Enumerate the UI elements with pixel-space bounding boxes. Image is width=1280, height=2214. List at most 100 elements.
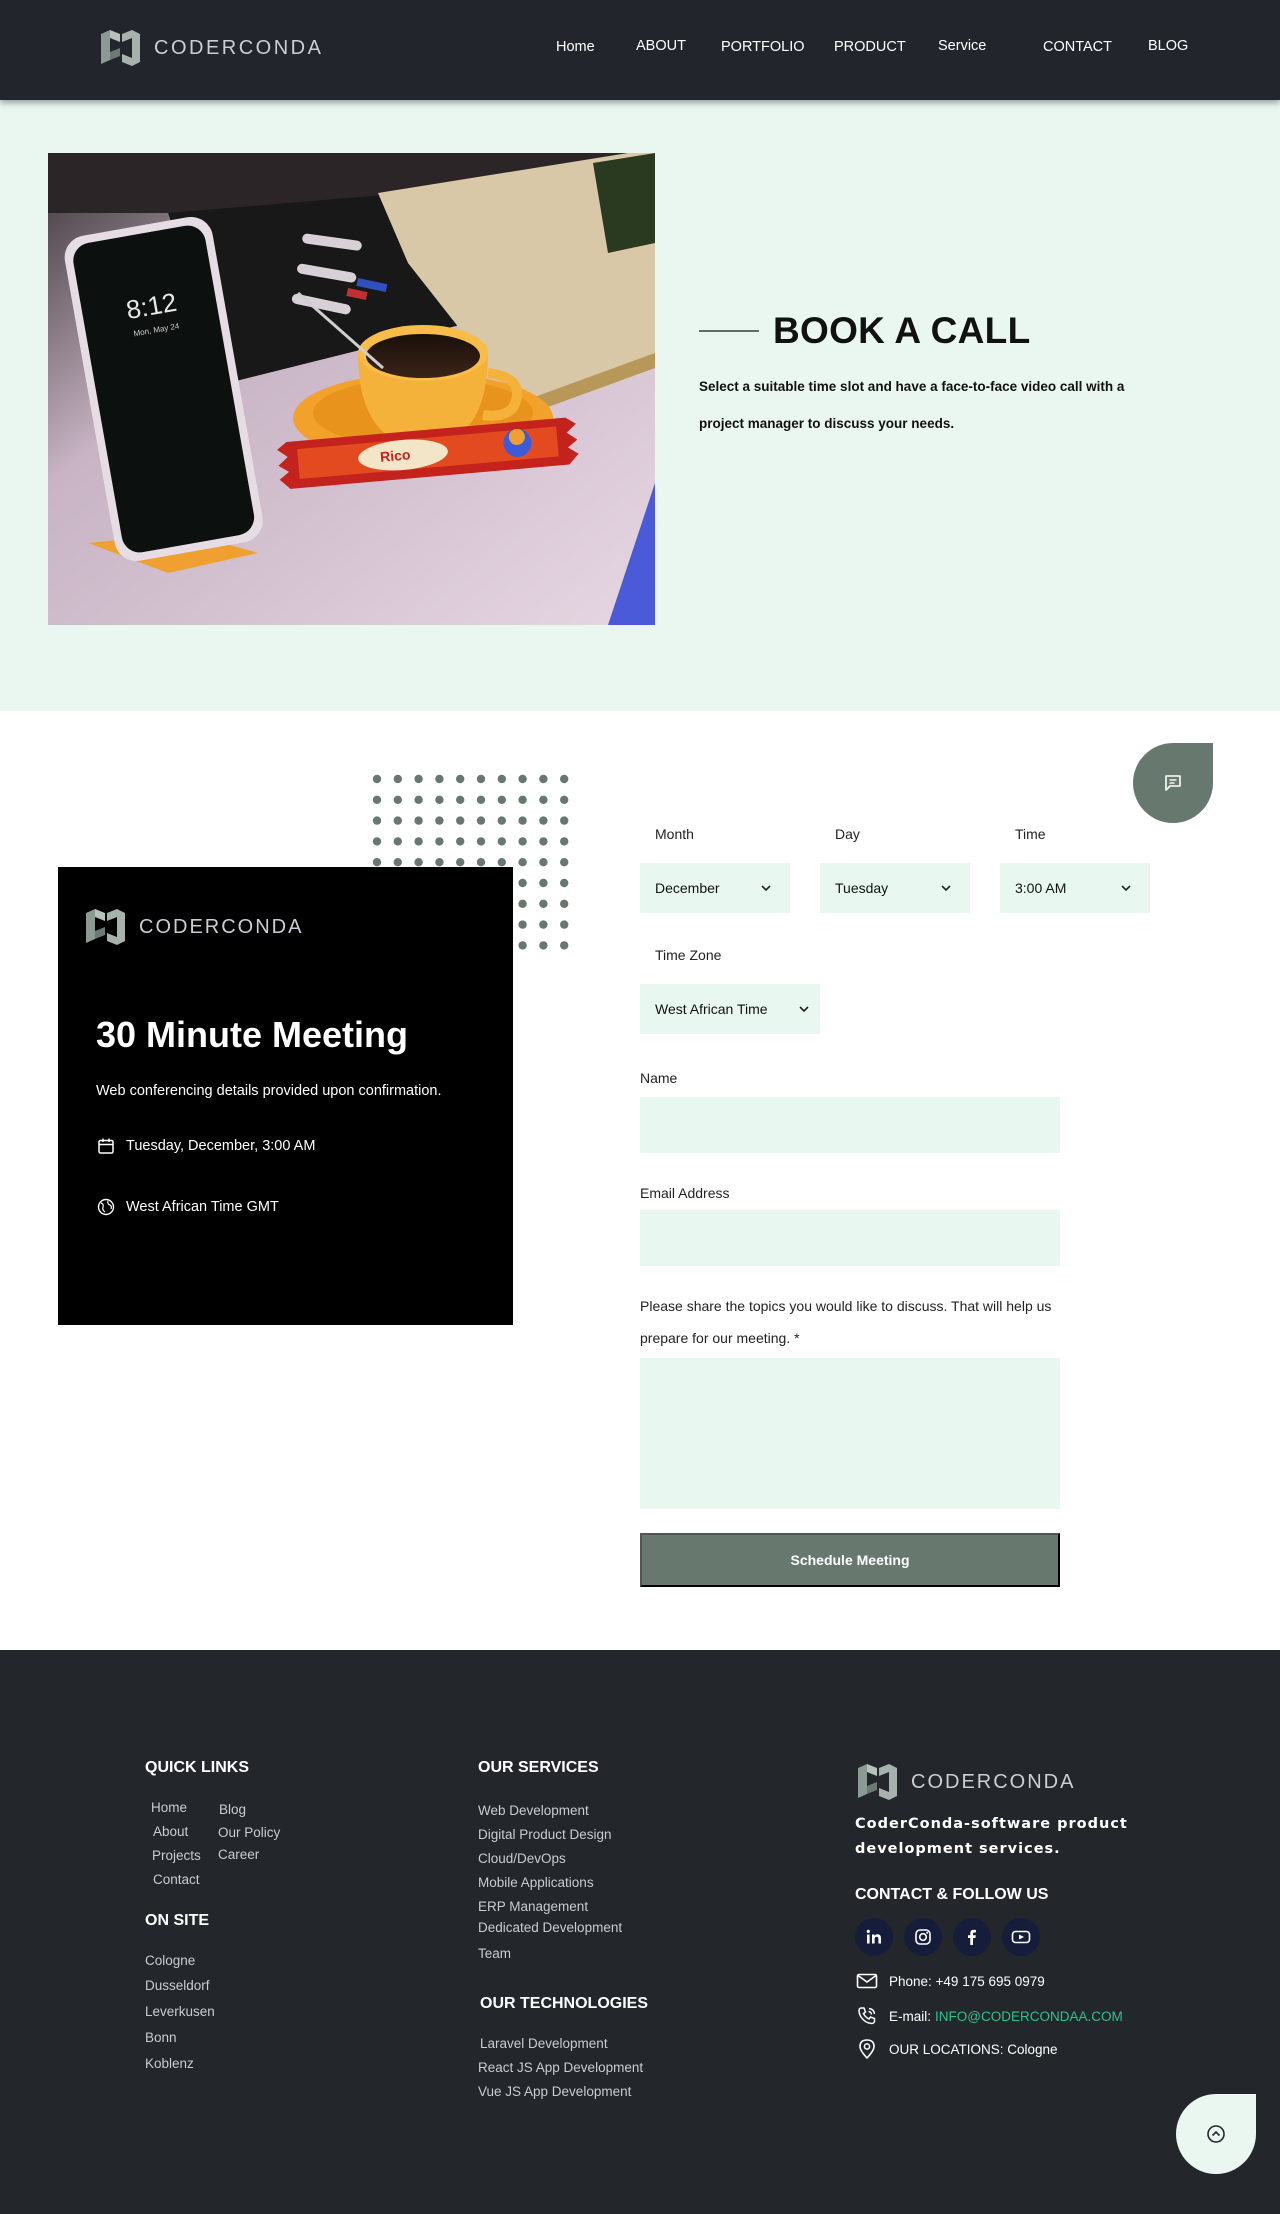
footer-link-home[interactable]: Home [151, 1800, 187, 1815]
day-value: Tuesday [835, 880, 889, 896]
site-link-leverkusen[interactable]: Leverkusen [145, 2004, 215, 2019]
topics-textarea[interactable] [640, 1358, 1060, 1509]
pattern-dot [476, 795, 486, 804]
pattern-dot [539, 795, 548, 804]
chevron-down-icon [941, 885, 951, 892]
pattern-dot [560, 816, 569, 825]
pattern-dot [456, 816, 465, 825]
quick-links-heading: QUICK LINKS [145, 1759, 249, 1776]
pattern-dot [372, 837, 382, 846]
footer-brand[interactable]: CODERCONDA [855, 1762, 1075, 1802]
nav-about[interactable]: ABOUT [636, 38, 686, 54]
timezone-value: West African Time [655, 1001, 768, 1017]
page-title: BOOK A CALL [773, 310, 1031, 351]
facebook-icon[interactable] [953, 1918, 991, 1956]
meeting-timezone: West African Time GMT [96, 1197, 279, 1217]
phone-icon [855, 2004, 879, 2028]
name-input[interactable] [640, 1097, 1060, 1153]
logo-icon [101, 30, 140, 66]
pattern-dot [560, 837, 569, 846]
footer-link-projects[interactable]: Projects [152, 1848, 201, 1863]
footer-link-blog[interactable]: Blog [219, 1802, 246, 1817]
email-input[interactable] [640, 1210, 1060, 1266]
pattern-dot [497, 858, 506, 867]
services-heading: OUR SERVICES [478, 1759, 599, 1776]
pattern-dot [560, 774, 569, 784]
arrow-up-circle-icon [1207, 2125, 1225, 2143]
site-footer: QUICK LINKS Home About Projects Contact … [0, 1650, 1280, 2214]
footer-phone-text: Phone: +49 175 695 0979 [889, 1973, 1045, 1989]
nav-service[interactable]: Service [938, 38, 986, 54]
card-brand: CODERCONDA [83, 907, 303, 947]
service-link[interactable]: Cloud/DevOps [478, 1851, 566, 1866]
nav-home[interactable]: Home [556, 39, 595, 55]
pattern-dot [435, 858, 444, 867]
service-link[interactable]: Team [478, 1946, 511, 1961]
nav-contact[interactable]: CONTACT [1043, 39, 1112, 55]
footer-link-our-policy[interactable]: Our Policy [218, 1825, 280, 1840]
technology-link[interactable]: Vue JS App Development [478, 2084, 631, 2099]
site-link-bonn[interactable]: Bonn [145, 2030, 177, 2045]
pattern-dot [372, 774, 382, 784]
footer-link-about[interactable]: About [153, 1824, 188, 1839]
linkedin-icon[interactable] [855, 1918, 893, 1956]
technologies-heading: OUR TECHNOLOGIES [480, 1995, 649, 2012]
technology-link[interactable]: React JS App Development [478, 2060, 643, 2075]
pattern-dot [497, 816, 506, 825]
site-header: CODERCONDA Home ABOUT PORTFOLIO PRODUCT … [0, 0, 1280, 100]
timezone-label: Time Zone [655, 947, 722, 963]
service-link[interactable]: Web Development [478, 1803, 589, 1818]
name-label: Name [640, 1070, 678, 1086]
brand-logo[interactable]: CODERCONDA [98, 28, 323, 68]
pattern-dot [393, 795, 402, 804]
pattern-dot [414, 795, 423, 804]
time-select[interactable]: 3:00 AM [1000, 863, 1150, 913]
pattern-dot [539, 941, 548, 950]
footer-location: OUR LOCATIONS: Cologne [855, 2037, 1058, 2061]
instagram-icon[interactable] [904, 1918, 942, 1956]
scroll-to-top-button[interactable] [1176, 2094, 1256, 2174]
hero-section: 8:12 Mon, May 24 Rico BOOK A CALL Select… [0, 100, 1280, 711]
time-label: Time [1015, 826, 1046, 842]
nav-blog[interactable]: BLOG [1148, 38, 1188, 54]
site-link-dusseldorf[interactable]: Dusseldorf [145, 1978, 210, 1993]
pattern-dot [518, 878, 527, 888]
day-select[interactable]: Tuesday [820, 863, 970, 913]
pattern-dot [476, 837, 486, 846]
footer-link-career[interactable]: Career [218, 1847, 259, 1862]
pattern-dot [539, 858, 548, 867]
youtube-icon[interactable] [1002, 1918, 1040, 1956]
pattern-dot [414, 774, 423, 784]
service-link[interactable]: ERP Management [478, 1899, 588, 1914]
technology-link[interactable]: Laravel Development [480, 2036, 608, 2051]
footer-email-link[interactable]: INFO@CODERCONDAA.COM [935, 2009, 1123, 2024]
pattern-dot [414, 816, 423, 825]
service-link[interactable]: Dedicated Development [478, 1920, 622, 1935]
pattern-dot [518, 774, 527, 784]
footer-phone: Phone: +49 175 695 0979 [855, 1969, 1045, 1993]
chat-button[interactable] [1133, 743, 1213, 823]
site-link-cologne[interactable]: Cologne [145, 1953, 195, 1968]
pattern-dot [518, 899, 527, 908]
schedule-meeting-button[interactable]: Schedule Meeting [640, 1533, 1060, 1587]
month-select[interactable]: December [640, 863, 790, 913]
calendar-icon [96, 1136, 116, 1156]
logo-icon [86, 909, 125, 945]
chevron-down-icon [761, 885, 771, 892]
pattern-dot [372, 816, 382, 825]
service-link[interactable]: Digital Product Design [478, 1827, 612, 1842]
meeting-title: 30 Minute Meeting [96, 1014, 409, 1055]
meeting-datetime-text: Tuesday, December, 3:00 AM [126, 1138, 316, 1154]
footer-link-contact[interactable]: Contact [153, 1872, 200, 1887]
pattern-dot [414, 858, 423, 867]
site-link-koblenz[interactable]: Koblenz [145, 2056, 194, 2071]
footer-location-text: OUR LOCATIONS: Cologne [889, 2041, 1058, 2057]
svg-text:Rico: Rico [379, 446, 411, 465]
logo-icon [858, 1764, 897, 1800]
nav-portfolio[interactable]: PORTFOLIO [721, 39, 805, 55]
nav-product[interactable]: PRODUCT [834, 39, 906, 55]
timezone-select[interactable]: West African Time [640, 984, 820, 1034]
pattern-dot [435, 816, 444, 825]
pattern-dot [518, 795, 527, 804]
service-link[interactable]: Mobile Applications [478, 1875, 594, 1890]
